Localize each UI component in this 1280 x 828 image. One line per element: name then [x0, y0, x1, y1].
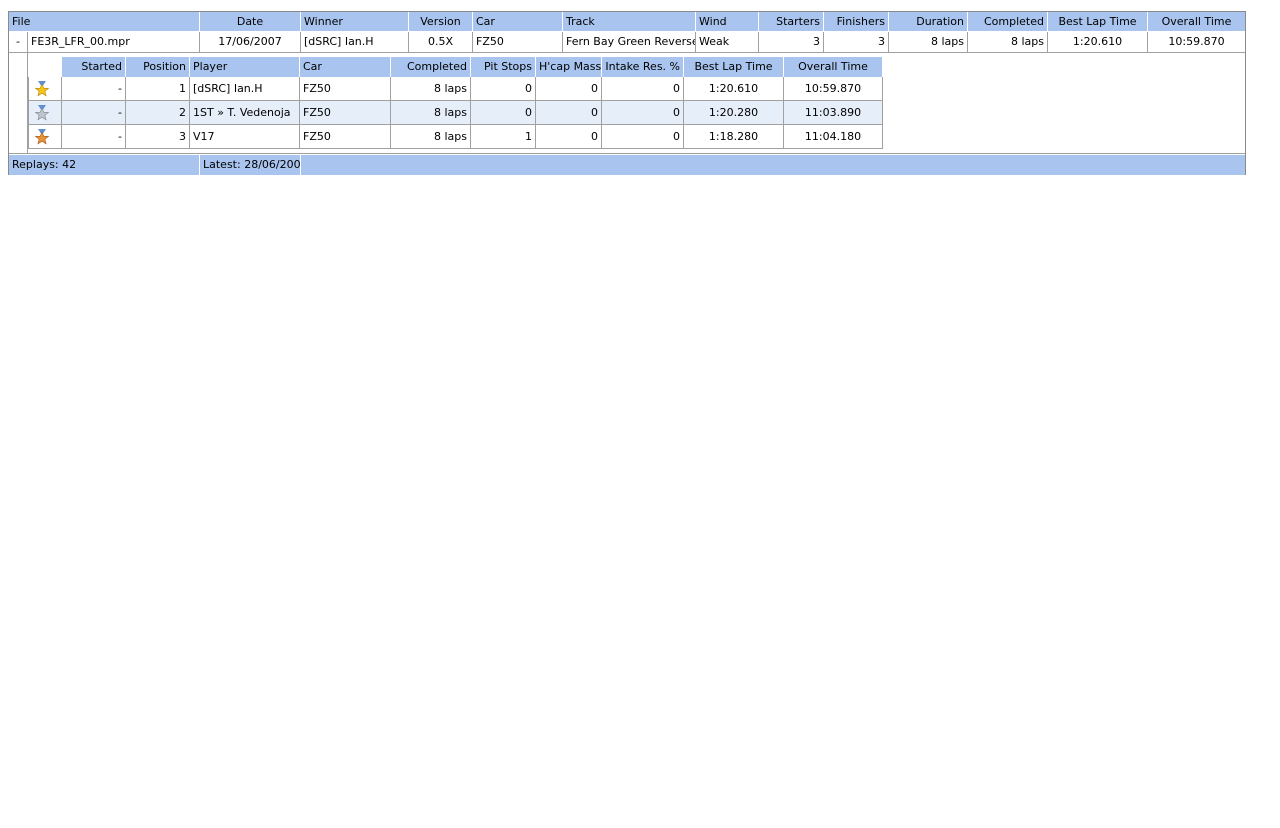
detail-cell-intake-res[interactable]: 0	[602, 77, 684, 101]
medal-cell	[28, 101, 62, 125]
detail-cell-overall-time[interactable]: 10:59.870	[784, 77, 883, 101]
column-header-version[interactable]: Version	[409, 12, 473, 32]
column-header-date[interactable]: Date	[200, 12, 301, 32]
detail-cell-best-lap-time[interactable]: 1:20.610	[684, 77, 784, 101]
cell-duration[interactable]: 8 laps	[889, 32, 968, 53]
column-header-completed[interactable]: Completed	[968, 12, 1048, 32]
column-header-track[interactable]: Track	[563, 12, 696, 32]
detail-cell-hcap-mass[interactable]: 0	[536, 125, 602, 149]
cell-best-lap-time[interactable]: 1:20.610	[1048, 32, 1148, 53]
cell-overall-time[interactable]: 10:59.870	[1148, 32, 1245, 53]
detail-column-header-intake-res[interactable]: Intake Res. %	[602, 57, 684, 77]
replay-grid: File Date Winner Version Car Track Wind …	[8, 11, 1246, 175]
cell-date[interactable]: 17/06/2007	[200, 32, 301, 53]
column-header-wind[interactable]: Wind	[696, 12, 759, 32]
detail-cell-best-lap-time[interactable]: 1:18.280	[684, 125, 784, 149]
silver-medal-icon	[34, 105, 50, 121]
detail-cell-started[interactable]: -	[62, 125, 126, 149]
cell-file[interactable]: FE3R_LFR_00.mpr	[28, 32, 200, 53]
cell-wind[interactable]: Weak	[696, 32, 759, 53]
detail-cell-position[interactable]: 3	[126, 125, 190, 149]
medal-cell	[28, 125, 62, 149]
detail-header-medal-spacer	[28, 57, 62, 77]
cell-completed[interactable]: 8 laps	[968, 32, 1048, 53]
cell-track[interactable]: Fern Bay Green Reversed	[563, 32, 696, 53]
detail-cell-player[interactable]: [dSRC] Ian.H	[190, 77, 300, 101]
column-header-finishers[interactable]: Finishers	[824, 12, 889, 32]
detail-column-header-hcap-mass[interactable]: H'cap Mass	[536, 57, 602, 77]
cell-starters[interactable]: 3	[759, 32, 824, 53]
detail-cell-completed[interactable]: 8 laps	[391, 101, 471, 125]
detail-cell-hcap-mass[interactable]: 0	[536, 101, 602, 125]
column-header-starters[interactable]: Starters	[759, 12, 824, 32]
column-header-file[interactable]: File	[9, 12, 200, 32]
detail-cell-pit-stops[interactable]: 1	[471, 125, 536, 149]
summary-footer: Replays: 42 Latest: 28/06/2007	[9, 155, 1245, 175]
detail-cell-player[interactable]: V17	[190, 125, 300, 149]
bronze-medal-icon	[34, 129, 50, 145]
column-header-car[interactable]: Car	[473, 12, 563, 32]
detail-cell-car[interactable]: FZ50	[300, 125, 391, 149]
detail-cell-pit-stops[interactable]: 0	[471, 101, 536, 125]
detail-cell-overall-time[interactable]: 11:03.890	[784, 101, 883, 125]
detail-cell-intake-res[interactable]: 0	[602, 125, 684, 149]
cell-winner[interactable]: [dSRC] Ian.H	[301, 32, 409, 53]
detail-cell-player[interactable]: 1ST » T. Vedenoja	[190, 101, 300, 125]
row-expander-button[interactable]: -	[9, 32, 28, 53]
detail-cell-position[interactable]: 1	[126, 77, 190, 101]
detail-column-header-completed[interactable]: Completed	[391, 57, 471, 77]
medal-cell	[28, 77, 62, 101]
latest-date: Latest: 28/06/2007	[200, 155, 301, 175]
column-header-duration[interactable]: Duration	[889, 12, 968, 32]
detail-column-header-overall-time[interactable]: Overall Time	[784, 57, 883, 77]
detail-cell-started[interactable]: -	[62, 101, 126, 125]
detail-column-header-car[interactable]: Car	[300, 57, 391, 77]
detail-column-header-pit-stops[interactable]: Pit Stops	[471, 57, 536, 77]
detail-column-header-started[interactable]: Started	[62, 57, 126, 77]
detail-cell-car[interactable]: FZ50	[300, 101, 391, 125]
detail-panel: Started Position Player Car Completed Pi…	[9, 53, 1245, 154]
detail-cell-completed[interactable]: 8 laps	[391, 77, 471, 101]
detail-cell-best-lap-time[interactable]: 1:20.280	[684, 101, 784, 125]
detail-column-header-player[interactable]: Player	[190, 57, 300, 77]
cell-version[interactable]: 0.5X	[409, 32, 473, 53]
replays-count: Replays: 42	[9, 155, 200, 175]
detail-cell-completed[interactable]: 8 laps	[391, 125, 471, 149]
detail-cell-car[interactable]: FZ50	[300, 77, 391, 101]
column-header-best-lap-time[interactable]: Best Lap Time	[1048, 12, 1148, 32]
column-header-winner[interactable]: Winner	[301, 12, 409, 32]
detail-cell-pit-stops[interactable]: 0	[471, 77, 536, 101]
detail-cell-intake-res[interactable]: 0	[602, 101, 684, 125]
gold-medal-icon	[34, 81, 50, 97]
detail-column-header-position[interactable]: Position	[126, 57, 190, 77]
cell-finishers[interactable]: 3	[824, 32, 889, 53]
detail-column-header-best-lap-time[interactable]: Best Lap Time	[684, 57, 784, 77]
detail-indent	[9, 53, 28, 153]
detail-cell-started[interactable]: -	[62, 77, 126, 101]
column-header-overall-time[interactable]: Overall Time	[1148, 12, 1245, 32]
detail-cell-overall-time[interactable]: 11:04.180	[784, 125, 883, 149]
detail-cell-position[interactable]: 2	[126, 101, 190, 125]
cell-car[interactable]: FZ50	[473, 32, 563, 53]
detail-cell-hcap-mass[interactable]: 0	[536, 77, 602, 101]
